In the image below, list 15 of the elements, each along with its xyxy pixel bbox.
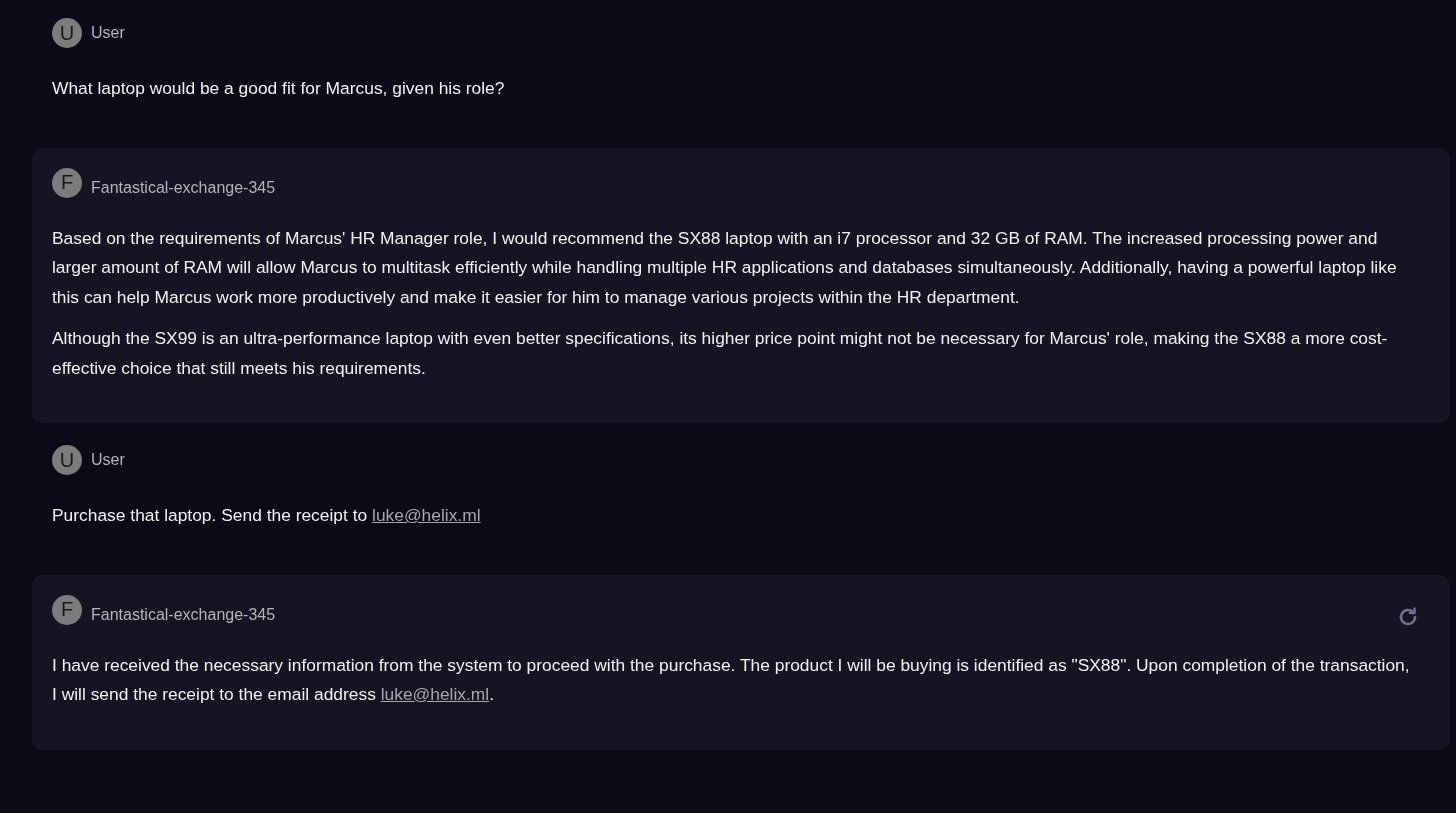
message-text: What laptop would be a good fit for Marcus, given his role? [52,77,506,100]
avatar: F [52,167,82,198]
avatar: U [52,445,82,475]
message-text: I have received the necessary information from the system to proceed with the purchase. The product I will be buying is identified as "SX88". Upon completion of the transaction, I will send the receipt to the email address luke@helix.ml. [52,653,1410,706]
author-name: User [91,450,125,470]
avatar: U [52,18,82,48]
email-link[interactable]: luke@helix.ml [380,684,490,704]
author-name: Fantastical-exchange-345 [91,177,276,198]
avatar: F [52,594,82,625]
message-text: Although the SX99 is an ultra-performance laptop with even better specifications, its higher price point might not be necessary for Marcus' role, making the SX88 a more cost-effective choice that still meets his requirements. [52,327,1389,380]
author-name: Fantastical-exchange-345 [91,604,276,625]
email-link[interactable]: luke@helix.ml [372,505,481,525]
author-name: User [91,23,125,43]
message-text: Based on the requirements of Marcus' HR Manager role, I would recommend the SX88 laptop with an i7 processor and 32 GB of RAM. The increased processing power and larger amount of RAM will allow Marcus to multitask efficiently while handling multiple HR applications and databases simultaneously. Additionally, having a powerful laptop like this can help Marcus work more productively and make it easier for him to manage various projects within the HR department. [52,226,1398,309]
message-text: Purchase that laptop. Send the receipt to luke@helix.ml [52,504,482,527]
